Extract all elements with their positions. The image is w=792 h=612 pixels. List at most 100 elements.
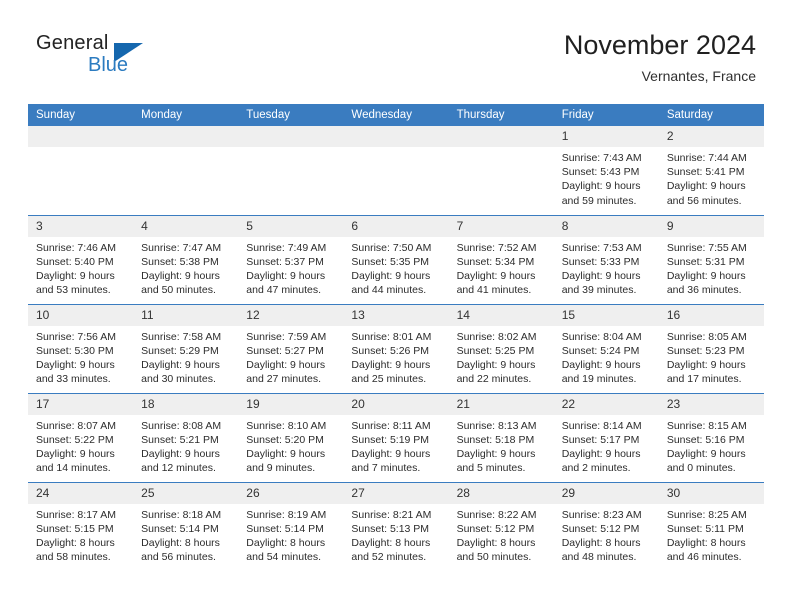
- day-details: Sunrise: 7:59 AM Sunset: 5:27 PM Daylight:…: [238, 326, 343, 387]
- day-number: 5: [238, 215, 344, 237]
- calendar-day-cell-empty: [238, 126, 344, 215]
- day-number: 26: [238, 482, 344, 504]
- day-number: 22: [553, 393, 659, 415]
- day-number: 4: [133, 215, 239, 237]
- sunset-text: Sunset: 5:17 PM: [561, 433, 640, 446]
- daylight-text: Daylight: 9 hours and 25 minutes.: [351, 358, 431, 386]
- sunset-text: Sunset: 5:14 PM: [141, 522, 219, 535]
- day-number: 9: [658, 215, 764, 237]
- daylight-text: Daylight: 9 hours and 50 minutes.: [141, 269, 220, 297]
- sunrise-text: Sunrise: 8:15 AM: [666, 419, 747, 432]
- sunset-text: Sunset: 5:18 PM: [456, 433, 535, 446]
- calendar-day-cell-empty: [448, 126, 554, 215]
- day-number: 8: [553, 215, 659, 237]
- calendar-body: 1 Sunrise: 7:43 AM Sunset: 5:43 PM Daylight…: [28, 126, 764, 571]
- sunset-text: Sunset: 5:38 PM: [141, 255, 219, 268]
- calendar-day-cell[interactable]: 20 Sunrise: 8:11 AM Sunset: 5:19 PM Dayligh…: [343, 392, 449, 482]
- calendar-day-cell[interactable]: 23 Sunrise: 8:15 AM Sunset: 5:16 PM Dayligh…: [658, 392, 764, 482]
- daylight-text: Daylight: 9 hours and 30 minutes.: [141, 358, 220, 386]
- day-number: [28, 126, 134, 147]
- day-number: 28: [448, 482, 554, 504]
- calendar-day-cell[interactable]: 18 Sunrise: 8:08 AM Sunset: 5:21 PM Dayligh…: [133, 392, 239, 482]
- sunset-text: Sunset: 5:37 PM: [246, 255, 324, 268]
- sunset-text: Sunset: 5:19 PM: [351, 433, 430, 446]
- day-details: Sunrise: 8:21 AM Sunset: 5:13 PM Daylight:…: [343, 504, 448, 565]
- sunset-text: Sunset: 5:13 PM: [351, 522, 430, 535]
- title-block: November 2024 Vernantes, France: [564, 28, 756, 86]
- day-number: 11: [133, 304, 239, 326]
- daylight-text: Daylight: 9 hours and 2 minutes.: [561, 447, 641, 475]
- calendar-day-cell[interactable]: 21 Sunrise: 8:13 AM Sunset: 5:18 PM Dayligh…: [448, 392, 554, 482]
- day-number: [448, 126, 554, 147]
- calendar-day-cell[interactable]: 6 Sunrise: 7:50 AM Sunset: 5:35 PM Daylight…: [343, 214, 449, 304]
- sunrise-text: Sunrise: 7:55 AM: [666, 241, 747, 254]
- day-number: 17: [28, 393, 134, 415]
- calendar-day-cell[interactable]: 13 Sunrise: 8:01 AM Sunset: 5:26 PM Dayligh…: [343, 303, 449, 393]
- weekday-header-wednesday: Wednesday: [343, 104, 449, 126]
- calendar-day-cell[interactable]: 8 Sunrise: 7:53 AM Sunset: 5:33 PM Daylight…: [553, 214, 659, 304]
- sunset-text: Sunset: 5:29 PM: [141, 344, 219, 357]
- weekday-header-friday: Friday: [553, 104, 659, 126]
- day-details: Sunrise: 8:07 AM Sunset: 5:22 PM Daylight:…: [28, 415, 133, 476]
- sunset-text: Sunset: 5:15 PM: [36, 522, 114, 535]
- sunset-text: Sunset: 5:14 PM: [246, 522, 324, 535]
- calendar-day-cell[interactable]: 28 Sunrise: 8:22 AM Sunset: 5:12 PM Dayligh…: [448, 481, 554, 571]
- calendar-day-cell[interactable]: 14 Sunrise: 8:02 AM Sunset: 5:25 PM Dayligh…: [448, 303, 554, 393]
- sunset-text: Sunset: 5:34 PM: [456, 255, 535, 268]
- sunset-text: Sunset: 5:20 PM: [246, 433, 324, 446]
- calendar-day-cell[interactable]: 4 Sunrise: 7:47 AM Sunset: 5:38 PM Daylight…: [133, 214, 239, 304]
- calendar-day-cell-empty: [28, 126, 134, 215]
- daylight-text: Daylight: 8 hours and 58 minutes.: [36, 536, 115, 564]
- day-number: [133, 126, 239, 147]
- calendar-day-cell[interactable]: 9 Sunrise: 7:55 AM Sunset: 5:31 PM Daylight…: [658, 214, 764, 304]
- daylight-text: Daylight: 8 hours and 50 minutes.: [456, 536, 536, 564]
- calendar-day-cell[interactable]: 27 Sunrise: 8:21 AM Sunset: 5:13 PM Dayligh…: [343, 481, 449, 571]
- sunset-text: Sunset: 5:41 PM: [666, 166, 745, 179]
- sunset-text: Sunset: 5:25 PM: [456, 344, 535, 357]
- sunrise-text: Sunrise: 8:19 AM: [246, 508, 327, 521]
- day-details: Sunrise: 8:05 AM Sunset: 5:23 PM Daylight:…: [659, 326, 764, 387]
- sunrise-text: Sunrise: 7:46 AM: [36, 241, 116, 254]
- calendar-day-cell[interactable]: 12 Sunrise: 7:59 AM Sunset: 5:27 PM Dayligh…: [238, 303, 344, 393]
- day-details: Sunrise: 8:08 AM Sunset: 5:21 PM Daylight:…: [133, 415, 238, 476]
- daylight-text: Daylight: 9 hours and 0 minutes.: [666, 447, 746, 475]
- sunrise-text: Sunrise: 7:49 AM: [246, 241, 327, 254]
- calendar-day-cell[interactable]: 29 Sunrise: 8:23 AM Sunset: 5:12 PM Dayligh…: [553, 481, 659, 571]
- calendar-week-row: 3 Sunrise: 7:46 AM Sunset: 5:40 PM Daylight…: [28, 214, 764, 304]
- calendar-day-cell[interactable]: 24 Sunrise: 8:17 AM Sunset: 5:15 PM Dayligh…: [28, 481, 134, 571]
- calendar-day-cell[interactable]: 3 Sunrise: 7:46 AM Sunset: 5:40 PM Daylight…: [28, 214, 134, 304]
- calendar-day-cell[interactable]: 2 Sunrise: 7:44 AM Sunset: 5:41 PM Daylight…: [658, 126, 764, 215]
- daylight-text: Daylight: 9 hours and 53 minutes.: [36, 269, 115, 297]
- calendar-day-cell[interactable]: 15 Sunrise: 8:04 AM Sunset: 5:24 PM Dayligh…: [553, 303, 659, 393]
- daylight-text: Daylight: 9 hours and 7 minutes.: [351, 447, 431, 475]
- calendar-day-cell[interactable]: 16 Sunrise: 8:05 AM Sunset: 5:23 PM Dayligh…: [658, 303, 764, 393]
- calendar-day-cell[interactable]: 19 Sunrise: 8:10 AM Sunset: 5:20 PM Dayligh…: [238, 392, 344, 482]
- calendar-day-cell[interactable]: 10 Sunrise: 7:56 AM Sunset: 5:30 PM Dayligh…: [28, 303, 134, 393]
- calendar-day-cell[interactable]: 17 Sunrise: 8:07 AM Sunset: 5:22 PM Dayligh…: [28, 392, 134, 482]
- calendar-week-row: 24 Sunrise: 8:17 AM Sunset: 5:15 PM Dayligh…: [28, 481, 764, 571]
- day-number: 14: [448, 304, 554, 326]
- daylight-text: Daylight: 9 hours and 19 minutes.: [561, 358, 641, 386]
- calendar-day-cell[interactable]: 25 Sunrise: 8:18 AM Sunset: 5:14 PM Dayligh…: [133, 481, 239, 571]
- calendar-day-cell[interactable]: 30 Sunrise: 8:25 AM Sunset: 5:11 PM Dayligh…: [658, 481, 764, 571]
- calendar-day-cell[interactable]: 26 Sunrise: 8:19 AM Sunset: 5:14 PM Dayligh…: [238, 481, 344, 571]
- sunrise-text: Sunrise: 8:10 AM: [246, 419, 327, 432]
- sunrise-text: Sunrise: 8:22 AM: [456, 508, 537, 521]
- calendar-page: General Blue November 2024 Vernantes, Fr…: [0, 0, 792, 612]
- calendar-day-cell[interactable]: 1 Sunrise: 7:43 AM Sunset: 5:43 PM Daylight…: [553, 126, 659, 215]
- sunset-text: Sunset: 5:33 PM: [561, 255, 640, 268]
- brand-logo[interactable]: General Blue: [36, 32, 196, 88]
- page-subtitle: Vernantes, France: [641, 68, 756, 84]
- calendar-day-cell[interactable]: 7 Sunrise: 7:52 AM Sunset: 5:34 PM Daylight…: [448, 214, 554, 304]
- calendar-day-cell[interactable]: 22 Sunrise: 8:14 AM Sunset: 5:17 PM Dayligh…: [553, 392, 659, 482]
- day-details: Sunrise: 7:55 AM Sunset: 5:31 PM Daylight:…: [659, 237, 764, 298]
- daylight-text: Daylight: 8 hours and 56 minutes.: [141, 536, 220, 564]
- sunrise-text: Sunrise: 8:02 AM: [456, 330, 537, 343]
- day-number: 15: [553, 304, 659, 326]
- weekday-header-row: Sunday Monday Tuesday Wednesday Thursday…: [28, 104, 764, 126]
- calendar-day-cell[interactable]: 11 Sunrise: 7:58 AM Sunset: 5:29 PM Dayligh…: [133, 303, 239, 393]
- day-details: Sunrise: 8:22 AM Sunset: 5:12 PM Daylight:…: [449, 504, 554, 565]
- sunrise-text: Sunrise: 7:52 AM: [456, 241, 537, 254]
- daylight-text: Daylight: 8 hours and 46 minutes.: [666, 536, 746, 564]
- calendar-day-cell[interactable]: 5 Sunrise: 7:49 AM Sunset: 5:37 PM Daylight…: [238, 214, 344, 304]
